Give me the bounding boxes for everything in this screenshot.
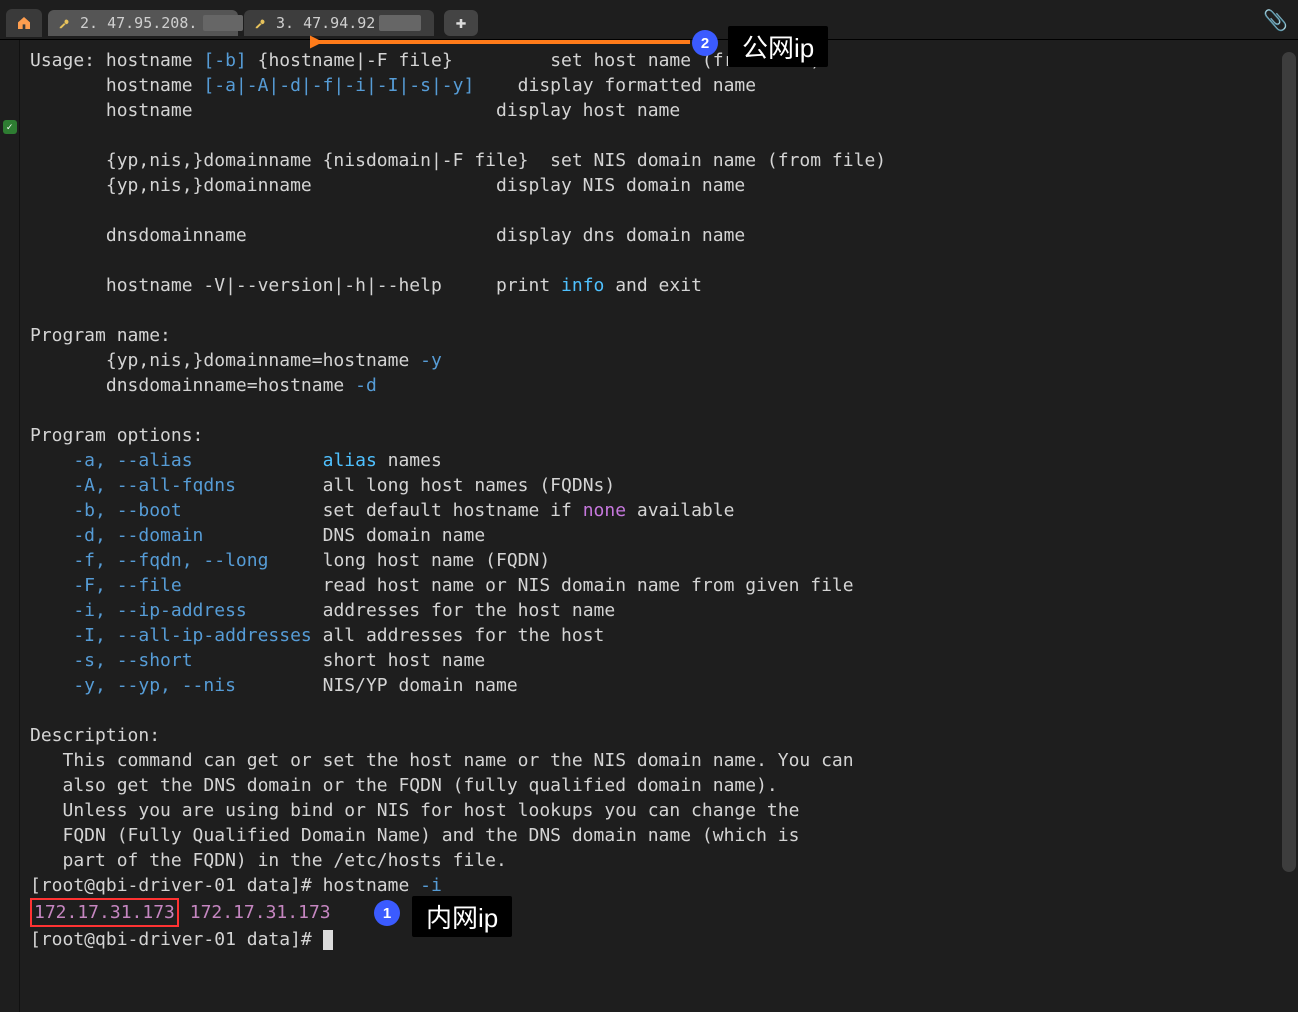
usage-header: Usage: [30, 50, 95, 71]
annotation-badge-2: 2 [692, 30, 718, 56]
scrollbar[interactable] [1282, 52, 1296, 872]
annotation-label-public-ip: 公网ip [728, 26, 828, 67]
terminal-output[interactable]: Usage: hostname [-b] {hostname|-F file} … [20, 40, 1298, 1012]
annotation-label-private-ip: 内网ip [412, 896, 512, 937]
shell-prompt: [root@qbi-driver-01 data]# [30, 929, 323, 950]
key-icon [254, 16, 268, 30]
description-header: Description: [30, 725, 160, 746]
annotation-badge-1: 1 [374, 900, 400, 926]
program-name-header: Program name: [30, 325, 171, 346]
tab-label: 2. 47.95.208. [80, 14, 197, 32]
highlighted-ip: 172.17.31.173 [30, 898, 179, 927]
terminal-cursor [323, 930, 333, 950]
redaction-mask [203, 15, 243, 31]
status-indicator: ✓ [3, 120, 17, 134]
key-icon [58, 16, 72, 30]
tab-session-1[interactable]: 2. 47.95.208. × [48, 10, 238, 36]
program-options-header: Program options: [30, 425, 203, 446]
left-sidebar: ✓ [0, 40, 20, 1012]
home-icon [16, 15, 32, 31]
annotation-arrow [310, 24, 710, 64]
ip-output: 172.17.31.173 [190, 902, 331, 923]
shell-prompt: [root@qbi-driver-01 data]# hostname [30, 875, 420, 896]
paperclip-icon[interactable]: 📎 [1263, 8, 1288, 32]
home-tab[interactable] [6, 9, 42, 37]
